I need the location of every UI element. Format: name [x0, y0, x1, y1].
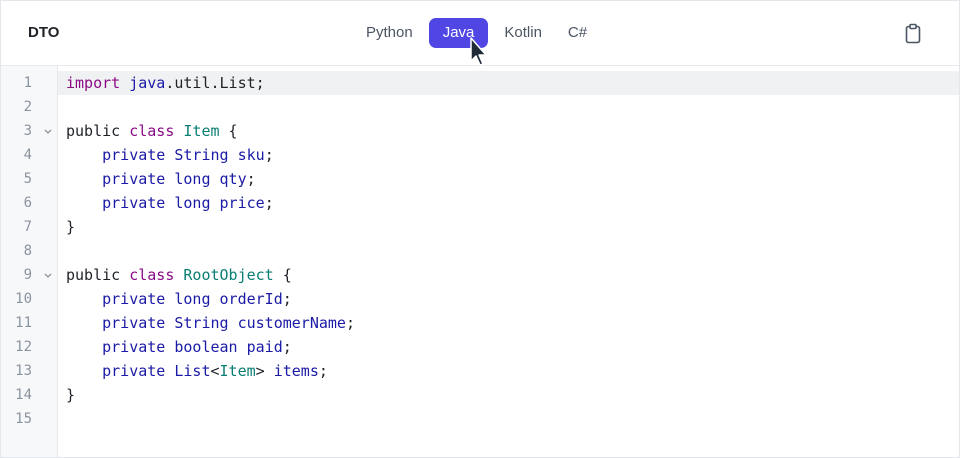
code-line: 3 public class Item { — [1, 119, 959, 143]
code-token: ; — [246, 170, 256, 188]
code-token: private String sku — [102, 146, 265, 164]
line-number: 2 — [23, 99, 32, 115]
code-text: private long orderId; — [58, 287, 959, 311]
code-token: private long qty — [102, 170, 247, 188]
code-line: 11 private String customerName; — [1, 311, 959, 335]
code-token: ; — [282, 338, 292, 356]
fold-chevron-icon[interactable] — [43, 125, 53, 137]
code-token: ; — [345, 314, 355, 332]
tab-kotlin[interactable]: Kotlin — [494, 18, 552, 48]
code-token: } — [66, 386, 76, 404]
code-line: 1 import java.util.List; — [1, 71, 959, 95]
code-text: } — [58, 215, 959, 239]
code-token: items — [264, 362, 319, 380]
fold-chevron-icon[interactable] — [43, 269, 53, 281]
code-text: private long price; — [58, 191, 959, 215]
code-editor[interactable]: 1 import java.util.List; 2 3 public class It… — [1, 66, 959, 457]
line-number: 9 — [23, 267, 32, 283]
code-token: .util.List; — [165, 74, 265, 92]
line-number: 11 — [15, 315, 32, 331]
code-token: ; — [318, 362, 328, 380]
code-text: public class RootObject { — [58, 263, 959, 287]
code-token: ; — [264, 146, 274, 164]
tab-csharp[interactable]: C# — [558, 18, 597, 48]
line-number: 15 — [15, 411, 32, 427]
code-text: private String sku; — [58, 143, 959, 167]
line-number: 10 — [15, 291, 32, 307]
line-number: 3 — [23, 123, 32, 139]
code-text: private long qty; — [58, 167, 959, 191]
code-token: { — [273, 266, 292, 284]
code-token: < — [210, 362, 220, 380]
code-line: 14} — [1, 383, 959, 407]
clipboard-icon — [905, 23, 921, 44]
line-number: 1 — [23, 75, 32, 91]
code-line: 8 — [1, 239, 959, 263]
panel-title: DTO — [28, 24, 60, 41]
line-number: 13 — [15, 363, 32, 379]
line-number: 7 — [23, 219, 32, 235]
code-text: private String customerName; — [58, 311, 959, 335]
code-token: ; — [282, 290, 292, 308]
code-token: public — [66, 122, 130, 140]
code-line: 15 — [1, 407, 959, 431]
line-number: 6 — [23, 195, 32, 211]
code-token: private long orderId — [102, 290, 283, 308]
code-token: Item — [219, 362, 256, 380]
code-token: ; — [264, 194, 274, 212]
code-token: private String customerName — [102, 314, 346, 332]
code-token: RootObject — [183, 266, 274, 284]
code-text: public class Item { — [58, 119, 959, 143]
code-text: } — [58, 383, 959, 407]
code-viewer-window: DTO Python Java Kotlin C# 1 import java.u… — [0, 0, 960, 458]
code-token: public — [66, 266, 130, 284]
code-token: private List — [102, 362, 211, 380]
code-line: 4 private String sku; — [1, 143, 959, 167]
line-number: 12 — [15, 339, 32, 355]
code-line: 2 — [1, 95, 959, 119]
code-line: 7} — [1, 215, 959, 239]
code-line: 10 private long orderId; — [1, 287, 959, 311]
code-text: import java.util.List; — [58, 71, 959, 95]
code-token: import — [66, 74, 121, 92]
code-token: { — [219, 122, 238, 140]
code-token: class — [129, 266, 175, 284]
code-text: private boolean paid; — [58, 335, 959, 359]
code-line: 9 public class RootObject { — [1, 263, 959, 287]
code-text: private List<Item> items; — [58, 359, 959, 383]
copy-button[interactable] — [903, 23, 923, 45]
code-token: Item — [183, 122, 220, 140]
code-token: private long price — [102, 194, 265, 212]
line-number: 8 — [23, 243, 32, 259]
line-number: 5 — [23, 171, 32, 187]
tab-python[interactable]: Python — [356, 18, 423, 48]
code-line: 12 private boolean paid; — [1, 335, 959, 359]
code-token: java — [129, 74, 166, 92]
code-line: 5 private long qty; — [1, 167, 959, 191]
code-token: private boolean paid — [102, 338, 283, 356]
line-number: 4 — [23, 147, 32, 163]
code-token: } — [66, 218, 76, 236]
mouse-pointer-icon — [470, 37, 487, 66]
code-line: 6 private long price; — [1, 191, 959, 215]
code-token: class — [129, 122, 175, 140]
code-token: > — [255, 362, 265, 380]
code-line: 13 private List<Item> items; — [1, 359, 959, 383]
line-number: 14 — [15, 387, 32, 403]
